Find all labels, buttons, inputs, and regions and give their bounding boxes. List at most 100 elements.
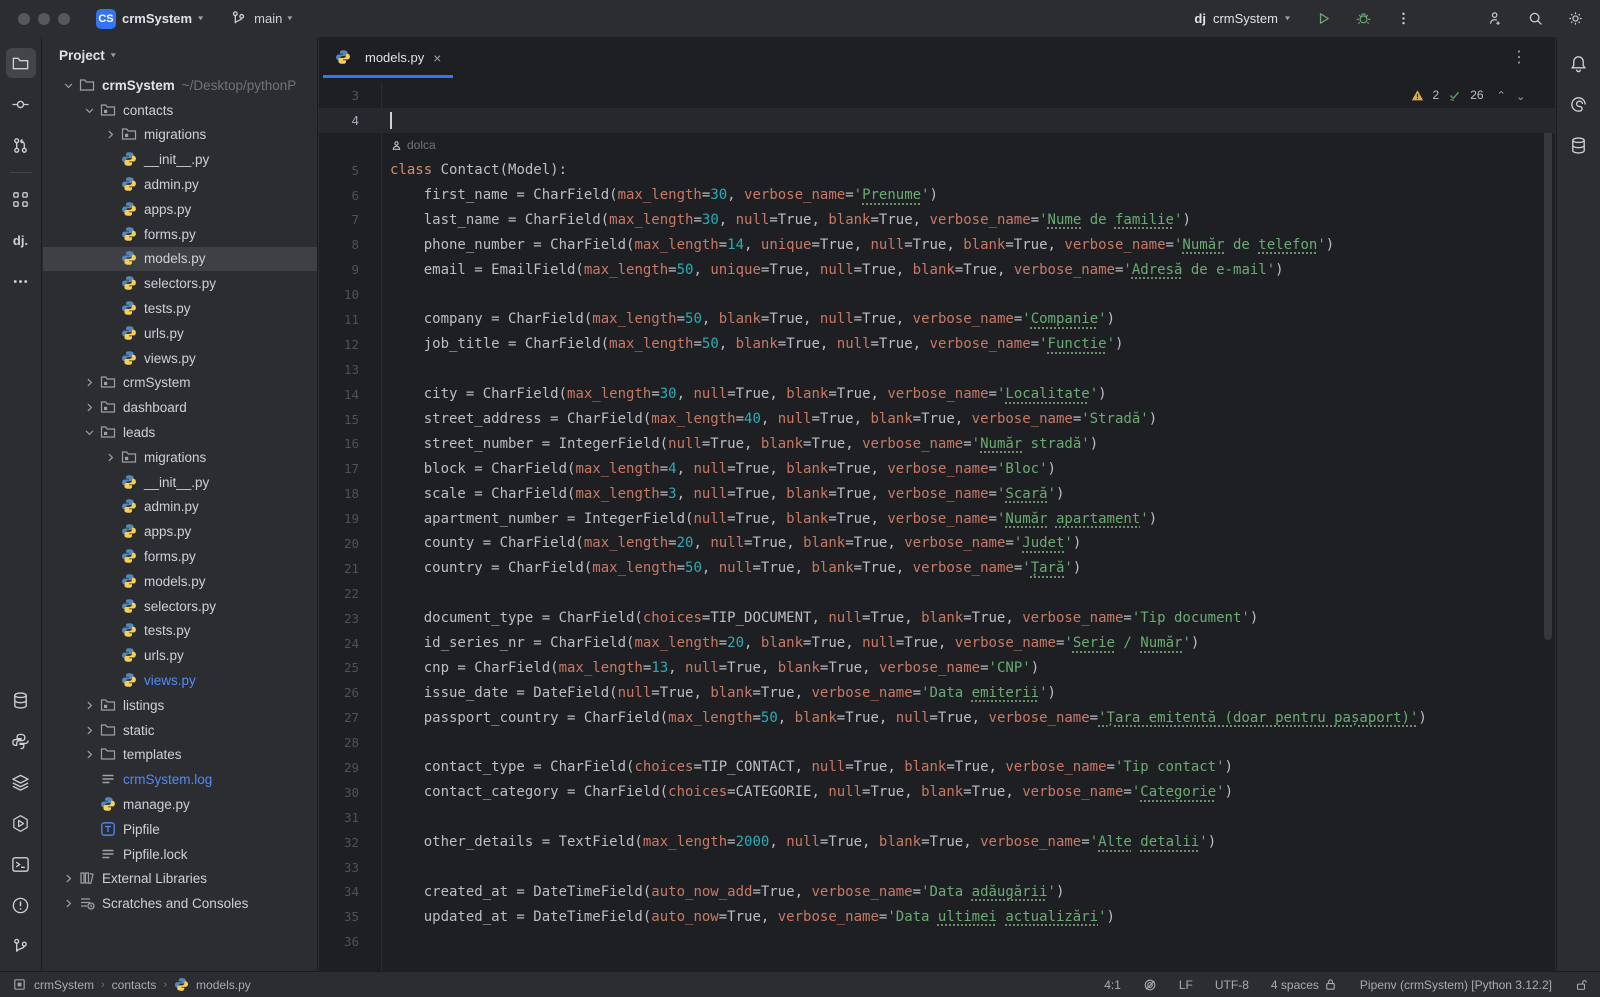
tree-item-contacts[interactable]: contacts xyxy=(43,98,317,123)
tree-item-crmSystem[interactable]: crmSystem~/Desktop/pythonP xyxy=(43,73,317,98)
tool-window-button-structure[interactable] xyxy=(6,184,36,214)
code-with-me-button[interactable] xyxy=(1484,8,1506,30)
code-line-26[interactable]: 26 issue_date = DateField(null=True, bla… xyxy=(319,680,1555,705)
tree-item-manage.py[interactable]: manage.py xyxy=(43,792,317,817)
tool-window-button-problems[interactable] xyxy=(6,890,36,920)
zoom-window-button[interactable] xyxy=(58,13,70,25)
tree-item-urls.py[interactable]: urls.py xyxy=(43,643,317,668)
code-line-30[interactable]: 30 contact_category = CharField(choices=… xyxy=(319,780,1555,805)
line-ending-widget[interactable]: LF xyxy=(1179,978,1193,992)
code-line-29[interactable]: 29 contact_type = CharField(choices=TIP_… xyxy=(319,755,1555,780)
tree-item-__init__.py[interactable]: __init__.py xyxy=(43,147,317,172)
tree-item-dashboard[interactable]: dashboard xyxy=(43,395,317,420)
tree-item-admin.py[interactable]: admin.py xyxy=(43,172,317,197)
tree-item-__init__.py[interactable]: __init__.py xyxy=(43,470,317,495)
tree-item-leads[interactable]: leads xyxy=(43,420,317,445)
code-line-24[interactable]: 24 id_series_nr = CharField(max_length=2… xyxy=(319,631,1555,656)
tree-item-static[interactable]: static xyxy=(43,718,317,743)
code-author-annotation[interactable]: dolca xyxy=(390,138,436,152)
chevron-collapsed-icon[interactable] xyxy=(78,724,100,737)
code-editor[interactable]: 2 26 ⌃⌃ 34dolca5class Contact(Model):6 f… xyxy=(319,83,1555,971)
code-line-15[interactable]: 15 street_address = CharField(max_length… xyxy=(319,407,1555,432)
tree-item-Pipfile[interactable]: Pipfile xyxy=(43,817,317,842)
chevron-collapsed-icon[interactable] xyxy=(57,872,79,885)
tool-window-button-terminal[interactable] xyxy=(6,849,36,879)
code-line-19[interactable]: 19 apartment_number = IntegerField(null=… xyxy=(319,506,1555,531)
interpreter-widget[interactable]: Pipenv (crmSystem) [Python 3.12.2] xyxy=(1360,978,1552,992)
chevron-expanded-icon[interactable] xyxy=(78,104,100,117)
tree-item-Pipfile.lock[interactable]: Pipfile.lock xyxy=(43,842,317,867)
code-line-32[interactable]: 32 other_details = TextField(max_length=… xyxy=(319,830,1555,855)
code-line-7[interactable]: 7 last_name = CharField(max_length=30, n… xyxy=(319,207,1555,232)
tool-window-button-python-console[interactable] xyxy=(6,726,36,756)
code-line-18[interactable]: 18 scale = CharField(max_length=3, null=… xyxy=(319,481,1555,506)
code-line-21[interactable]: 21 country = CharField(max_length=50, nu… xyxy=(319,556,1555,581)
tree-item-views.py[interactable]: views.py xyxy=(43,668,317,693)
project-panel-header[interactable]: Project ▾ xyxy=(43,37,317,73)
code-line-28[interactable]: 28 xyxy=(319,730,1555,755)
run-button[interactable] xyxy=(1312,8,1334,30)
tree-item-selectors.py[interactable]: selectors.py xyxy=(43,594,317,619)
more-actions-button[interactable] xyxy=(1392,8,1414,30)
chevron-collapsed-icon[interactable] xyxy=(78,376,100,389)
code-line-31[interactable]: 31 xyxy=(319,805,1555,830)
chevron-collapsed-icon[interactable] xyxy=(78,748,100,761)
tree-item-urls.py[interactable]: urls.py xyxy=(43,321,317,346)
debug-button[interactable] xyxy=(1352,8,1374,30)
minimize-window-button[interactable] xyxy=(38,13,50,25)
tab-models-py[interactable]: models.py × xyxy=(323,37,453,78)
code-line-34[interactable]: 34 created_at = DateTimeField(auto_now_a… xyxy=(319,880,1555,905)
caret-position-widget[interactable]: 4:1 xyxy=(1104,978,1121,992)
chevron-collapsed-icon[interactable] xyxy=(57,897,79,910)
code-line-20[interactable]: 20 county = CharField(max_length=20, nul… xyxy=(319,531,1555,556)
code-line-23[interactable]: 23 document_type = CharField(choices=TIP… xyxy=(319,606,1555,631)
code-line-25[interactable]: 25 cnp = CharField(max_length=13, null=T… xyxy=(319,655,1555,680)
code-line-11[interactable]: 11 company = CharField(max_length=50, bl… xyxy=(319,307,1555,332)
code-line-13[interactable]: 13 xyxy=(319,357,1555,382)
tree-item-External-Libraries[interactable]: External Libraries xyxy=(43,867,317,892)
chevron-collapsed-icon[interactable] xyxy=(99,451,121,464)
breadcrumb[interactable]: crmSystem › contacts › models.py xyxy=(12,977,251,992)
breadcrumb-package[interactable]: contacts xyxy=(112,978,157,992)
tool-window-button-more-tool-windows[interactable] xyxy=(6,266,36,296)
tree-item-admin.py[interactable]: admin.py xyxy=(43,495,317,520)
code-line-35[interactable]: 35 updated_at = DateTimeField(auto_now=T… xyxy=(319,904,1555,929)
tool-window-button-run-dashboard[interactable] xyxy=(6,808,36,838)
editor-options-kebab-icon[interactable]: ⋮ xyxy=(1511,47,1527,67)
tool-window-button-notifications[interactable] xyxy=(1564,48,1594,78)
tree-item-forms.py[interactable]: forms.py xyxy=(43,222,317,247)
code-line-9[interactable]: 9 email = EmailField(max_length=50, uniq… xyxy=(319,257,1555,282)
tree-item-apps.py[interactable]: apps.py xyxy=(43,519,317,544)
chevron-collapsed-icon[interactable] xyxy=(99,128,121,141)
code-line-16[interactable]: 16 street_number = IntegerField(null=Tru… xyxy=(319,431,1555,456)
tree-item-models.py[interactable]: models.py xyxy=(43,247,317,272)
write-access-unlock-icon[interactable] xyxy=(1574,978,1588,992)
code-line-36[interactable]: 36 xyxy=(319,929,1555,954)
tree-item-Scratches-and-Consoles[interactable]: Scratches and Consoles xyxy=(43,891,317,916)
breadcrumb-file[interactable]: models.py xyxy=(196,978,251,992)
settings-gear-button[interactable] xyxy=(1564,8,1586,30)
tree-item-models.py[interactable]: models.py xyxy=(43,569,317,594)
tree-item-selectors.py[interactable]: selectors.py xyxy=(43,271,317,296)
close-window-button[interactable] xyxy=(18,13,30,25)
tree-item-tests.py[interactable]: tests.py xyxy=(43,296,317,321)
code-line-4[interactable]: 4 xyxy=(319,108,1555,133)
tool-window-button-database[interactable] xyxy=(6,685,36,715)
code-line-12[interactable]: 12 job_title = CharField(max_length=50, … xyxy=(319,332,1555,357)
run-configuration-widget[interactable]: dj crmSystem ▾ xyxy=(1194,11,1290,26)
chevron-expanded-icon[interactable] xyxy=(57,79,79,92)
code-line-22[interactable]: 22 xyxy=(319,581,1555,606)
indent-widget[interactable]: 4 spaces xyxy=(1271,977,1338,992)
tree-item-migrations[interactable]: migrations xyxy=(43,123,317,148)
code-line-8[interactable]: 8 phone_number = CharField(max_length=14… xyxy=(319,232,1555,257)
ai-completion-disabled-icon[interactable] xyxy=(1143,978,1157,992)
chevron-collapsed-icon[interactable] xyxy=(78,401,100,414)
code-line-5[interactable]: 5class Contact(Model): xyxy=(319,158,1555,183)
code-line-14[interactable]: 14 city = CharField(max_length=30, null=… xyxy=(319,382,1555,407)
close-tab-icon[interactable]: × xyxy=(433,50,441,66)
tool-window-button-database[interactable] xyxy=(1564,130,1594,160)
tree-item-apps.py[interactable]: apps.py xyxy=(43,197,317,222)
breadcrumb-project[interactable]: crmSystem xyxy=(34,978,94,992)
code-line-3[interactable]: 3 xyxy=(319,83,1555,108)
code-line-6[interactable]: 6 first_name = CharField(max_length=30, … xyxy=(319,183,1555,208)
